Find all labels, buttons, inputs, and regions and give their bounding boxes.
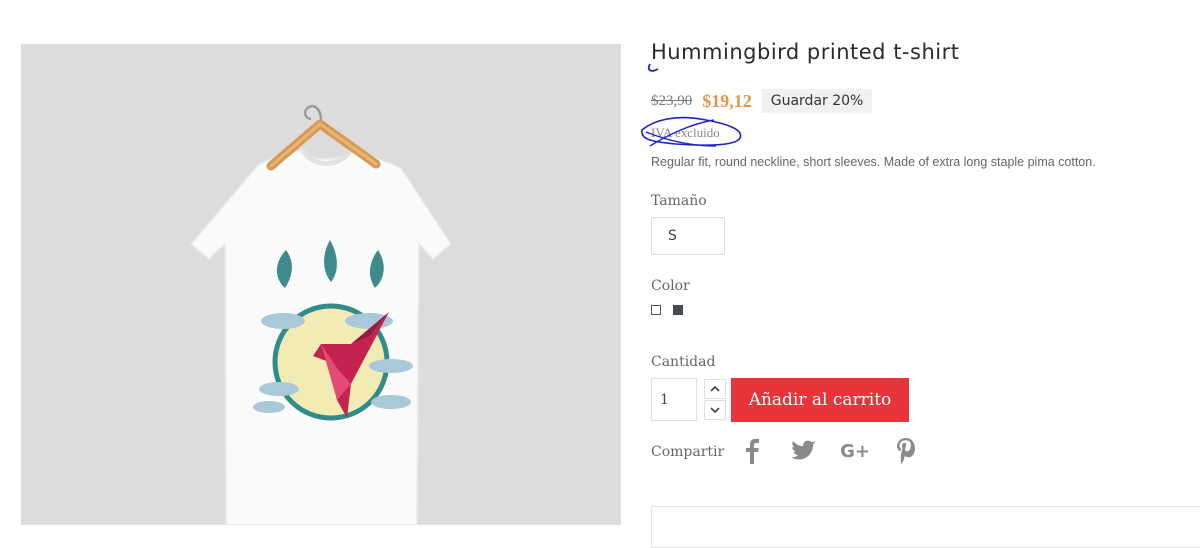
product-description: Regular fit, round neckline, short sleev… [651,155,1096,169]
product-title: Hummingbird printed t-shirt [651,40,960,64]
add-to-cart-button[interactable]: Añadir al carrito [731,378,909,422]
quantity-decrement-button[interactable] [704,400,726,420]
quantity-increment-button[interactable] [704,379,726,399]
tshirt-illustration [189,105,452,525]
chevron-down-icon [710,407,720,414]
color-label: Color [651,278,690,294]
twitter-icon[interactable] [789,436,819,466]
quantity-input[interactable]: 1 [651,378,697,421]
tax-label: IVA excluido [651,125,720,140]
color-swatch-white[interactable] [651,305,661,315]
price-row: $23,90 $19,12 Guardar 20% [651,88,873,114]
discount-badge: Guardar 20% [761,89,873,113]
quantity-label: Cantidad [651,354,716,370]
pinterest-icon[interactable] [891,436,921,466]
product-image[interactable] [21,44,621,525]
size-select[interactable]: S [651,217,725,255]
facebook-icon[interactable] [737,436,767,466]
product-details-tabs[interactable] [651,506,1200,548]
chevron-up-icon [710,385,720,392]
google-plus-icon[interactable]: G+ [840,436,870,466]
size-label: Tamaño [651,193,707,209]
color-swatch-dark[interactable] [673,305,683,315]
old-price: $23,90 [651,92,693,109]
current-price: $19,12 [702,90,752,111]
share-label: Compartir [651,444,725,460]
